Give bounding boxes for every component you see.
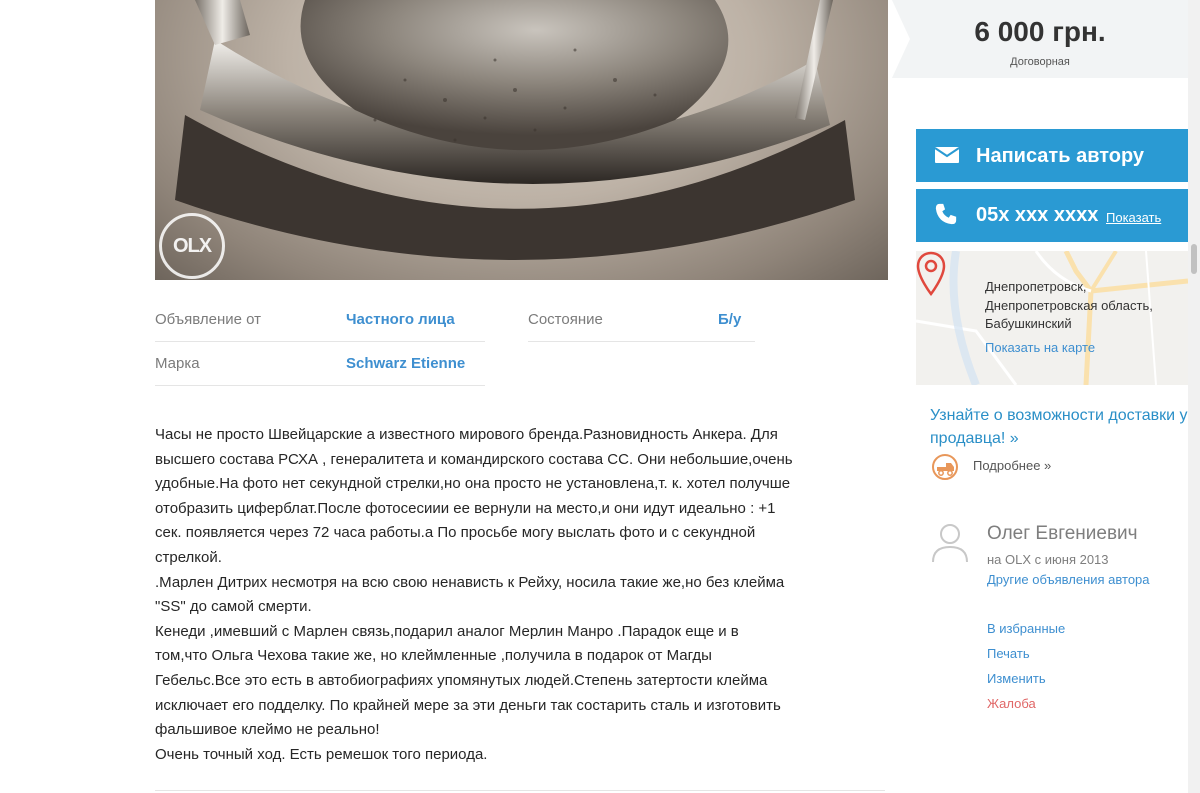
description-line: "SS" до самой смерти.	[155, 598, 312, 616]
attribute-value[interactable]: Б/у	[718, 311, 741, 328]
description-line: фальшивое клеймо не реально!	[155, 721, 380, 739]
envelope-icon	[934, 147, 960, 163]
edit-link[interactable]: Изменить	[987, 671, 1046, 686]
divider	[155, 790, 885, 791]
description-line: Гебельс.Все это есть в автобиографиях уп…	[155, 671, 768, 689]
phone-button[interactable]: 05x xxx xxxx Показать	[916, 189, 1188, 242]
attribute-row-brand: Марка Schwarz Etienne	[155, 342, 485, 386]
price-amount: 6 000 грн.	[974, 16, 1106, 47]
description-line: том,что Ольга Чехова такие же, но клеймл…	[155, 647, 712, 665]
print-link[interactable]: Печать	[987, 646, 1030, 661]
phone-icon	[935, 203, 957, 225]
address-region: Днепропетровская область,	[985, 297, 1153, 313]
listing-photo[interactable]: OLX	[155, 0, 888, 280]
description-line: Кенеди ,имевший с Марлен связь,подарил а…	[155, 622, 739, 640]
listing-description: Часы не просто Швейцарские а известного …	[155, 423, 885, 767]
attribute-row-seller-type: Объявление от Частного лица	[155, 298, 485, 342]
seller-other-ads-link[interactable]: Другие объявления автора	[987, 572, 1150, 587]
attribute-value[interactable]: Частного лица	[346, 311, 455, 328]
description-line: .Марлен Дитрих несмотря на всю свою нена…	[155, 573, 785, 591]
address-city: Днепропетровск,	[985, 279, 1087, 294]
attribute-row-condition: Состояние Б/у	[528, 298, 755, 342]
description-line: удобные.На фото нет секундной стрелки,но…	[155, 475, 791, 493]
price-box: 6 000 грн. Договорная	[892, 0, 1188, 78]
map-pin-icon	[916, 251, 946, 297]
attribute-label: Марка	[155, 355, 200, 372]
user-avatar-icon	[932, 524, 968, 563]
olx-watermark-logo: OLX	[159, 213, 225, 279]
delivery-info-link[interactable]: Узнайте о возможности доставки у продавц…	[930, 404, 1200, 450]
report-link[interactable]: Жалоба	[987, 696, 1036, 711]
description-line: отобразить циферблат.После фотосесиии ее…	[155, 499, 776, 517]
show-on-map-link[interactable]: Показать на карте	[985, 340, 1095, 355]
page-scrollbar[interactable]	[1188, 0, 1200, 793]
show-phone-link[interactable]: Показать	[1106, 210, 1161, 225]
delivery-icon	[932, 454, 958, 480]
delivery-more[interactable]: Подробнее »	[930, 452, 1051, 487]
description-line: высшего состава РСХА , генералитета и ко…	[155, 450, 793, 468]
phone-number: 05x xxx xxxx	[976, 204, 1099, 226]
seller-since: на OLX с июня 2013	[987, 552, 1109, 567]
description-line: сек. появляется через 72 часа работы.а П…	[155, 524, 756, 542]
watch-image	[175, 0, 855, 260]
description-line: Часы не просто Швейцарские а известного …	[155, 426, 778, 443]
price-negotiable-note: Договорная	[1010, 56, 1070, 68]
attribute-label: Состояние	[528, 311, 603, 328]
message-author-button[interactable]: Написать автору	[916, 129, 1188, 182]
description-line: стрелкой.	[155, 548, 222, 566]
attribute-value[interactable]: Schwarz Etienne	[346, 355, 465, 372]
attribute-label: Объявление от	[155, 311, 262, 328]
location-address: Днепропетровск, Днепропетровская область…	[985, 278, 1153, 334]
message-author-label: Написать автору	[976, 145, 1145, 167]
seller-name: Олег Евгениевич	[987, 523, 1138, 544]
location-map[interactable]: Днепропетровск, Днепропетровская область…	[916, 251, 1188, 385]
scrollbar-thumb[interactable]	[1191, 244, 1197, 274]
description-line: Очень точный ход. Есть ремешок того пери…	[155, 745, 488, 763]
address-district: Бабушкинский	[985, 316, 1072, 331]
delivery-more-link[interactable]: Подробнее »	[973, 458, 1051, 473]
add-to-favorites-link[interactable]: В избранные	[987, 621, 1065, 636]
description-line: исключает его подделку. По крайней мере …	[155, 696, 781, 714]
